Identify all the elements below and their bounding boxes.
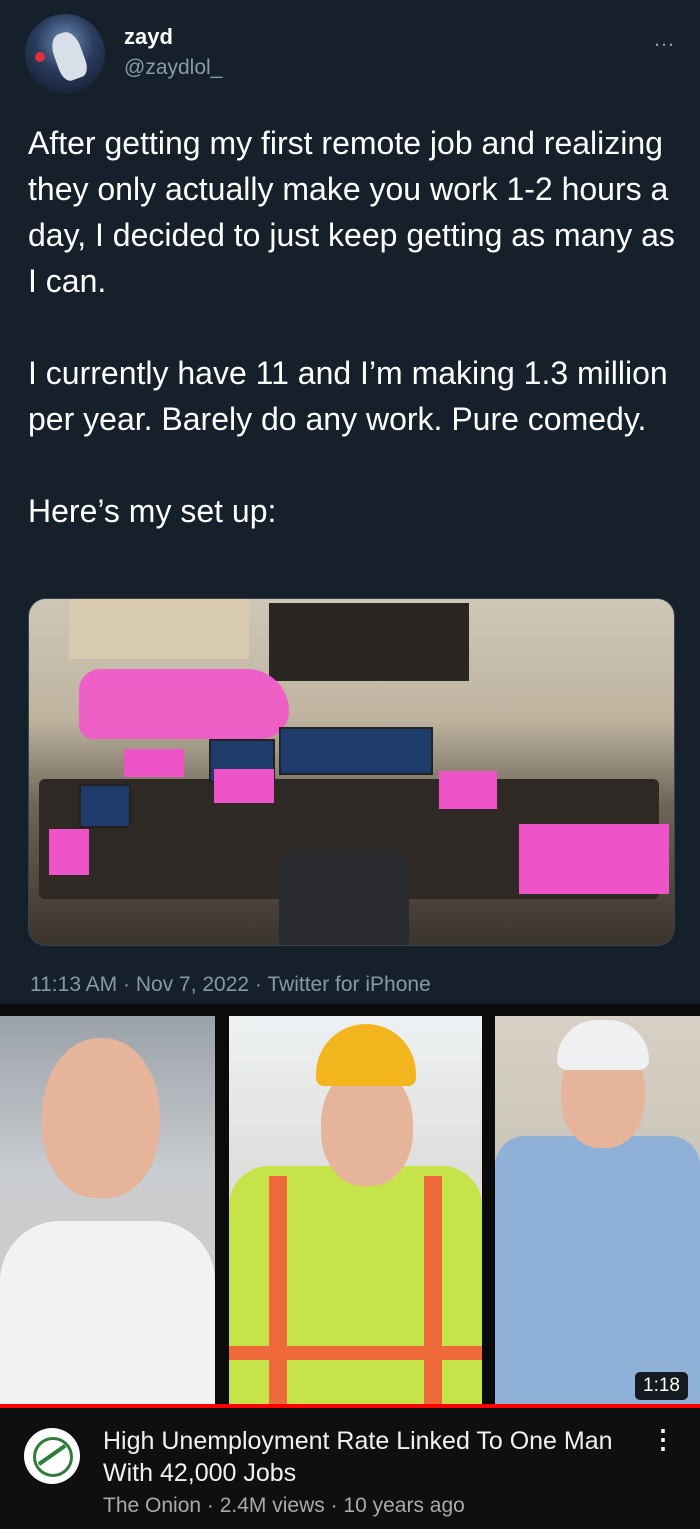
thumbnail-panel-construction (229, 1016, 482, 1404)
video-channel-meta: The Onion · 2.4M views · 10 years ago (103, 1494, 465, 1517)
video-menu-icon[interactable]: ⋮ (650, 1426, 676, 1452)
onion-logo-icon[interactable] (24, 1428, 80, 1484)
photo-chair (279, 849, 409, 945)
tweet-timestamp[interactable]: 11:13 AM · Nov 7, 2022 · Twitter for iPh… (30, 973, 431, 997)
video-duration-badge: 1:18 (635, 1372, 688, 1400)
tweet-card: zayd @zaydlol_ … After getting my first … (0, 0, 700, 1004)
photo-redaction-mark (439, 771, 497, 809)
user-avatar[interactable] (25, 14, 105, 94)
tweet-photo[interactable] (28, 598, 675, 946)
photo-redaction-mark (49, 829, 89, 875)
photo-tv (269, 603, 469, 681)
surgical-cap (557, 1020, 649, 1070)
avatar-red-dot (35, 52, 45, 62)
photo-redaction-mark (214, 769, 274, 803)
video-thumbnail[interactable]: 1:18 (0, 1004, 700, 1408)
avatar-hand-graphic (47, 28, 91, 84)
hard-hat (316, 1024, 416, 1086)
photo-laptop (79, 784, 131, 828)
photo-redaction-scribble (79, 669, 289, 739)
more-options-icon[interactable]: … (653, 26, 676, 52)
photo-redaction-mark (519, 824, 669, 894)
pilot-uniform (0, 1221, 215, 1404)
surgical-gown (495, 1136, 700, 1404)
safety-vest (229, 1166, 482, 1404)
tweet-text: After getting my first remote job and re… (28, 125, 675, 529)
pilot-head (42, 1038, 160, 1198)
photo-wall-panel (69, 599, 249, 659)
user-handle[interactable]: @zaydlol_ (124, 56, 222, 80)
thumbnail-panel-pilot (0, 1016, 215, 1404)
thumbnail-panel-surgeon (495, 1016, 700, 1404)
photo-monitor (279, 727, 433, 775)
video-title[interactable]: High Unemployment Rate Linked To One Man… (103, 1425, 623, 1489)
video-info[interactable]: High Unemployment Rate Linked To One Man… (0, 1408, 700, 1529)
display-name[interactable]: zayd (124, 24, 173, 50)
photo-redaction-mark (124, 749, 184, 777)
